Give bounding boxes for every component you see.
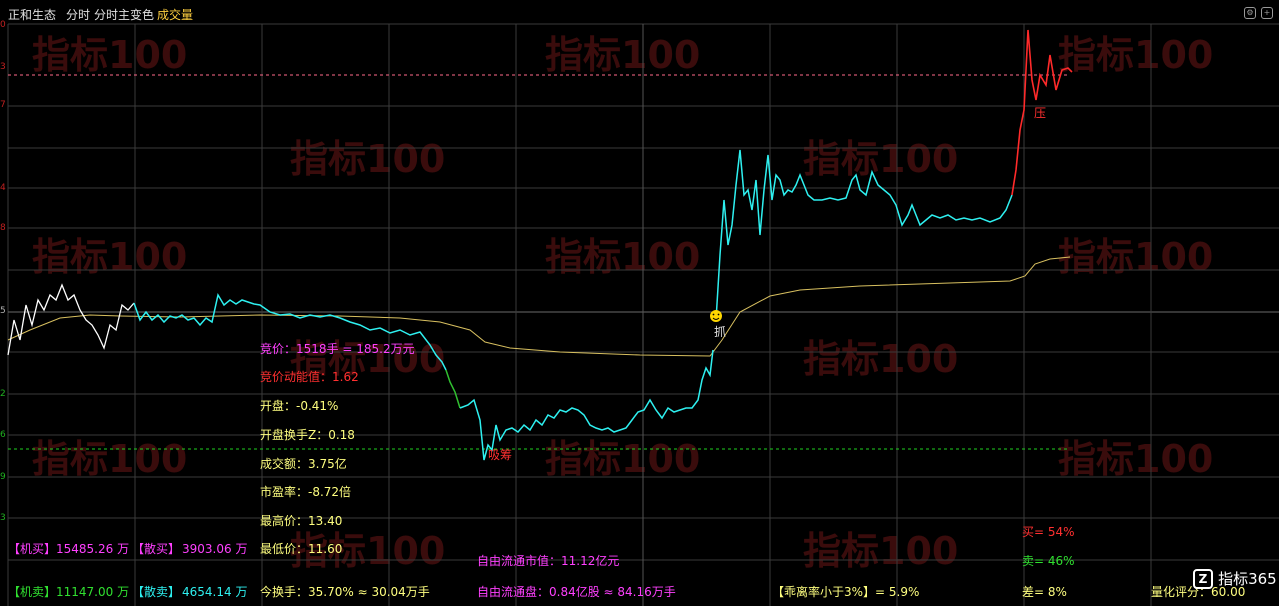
float-shares: 自由流通盘：0.84亿股 ≈ 84.16万手 xyxy=(477,585,676,599)
y-tick: 4 xyxy=(0,183,6,193)
diff-percent: 差= 8% xyxy=(1022,585,1067,599)
price-line-low xyxy=(459,349,714,461)
inst-sell-value: 11147.00 万 xyxy=(56,585,130,599)
volume-amount: 成交额：3.75亿 xyxy=(260,457,347,471)
high-price: 最高价：13.40 xyxy=(260,514,343,528)
turnover: 今换手：35.70% ≈ 30.04万手 xyxy=(260,585,430,599)
y-tick: 0 xyxy=(0,20,6,30)
pressure-marker: 压 xyxy=(1034,106,1047,120)
grid xyxy=(7,23,1279,606)
retail-sell-value: 4654.14 万 xyxy=(182,585,248,599)
buy-percent: 买= 54% xyxy=(1022,525,1075,539)
y-tick: 2 xyxy=(0,389,6,399)
y-tick: 9 xyxy=(0,472,6,482)
avg-price-line xyxy=(7,256,1071,357)
retail-sell-label: 【散卖】 xyxy=(132,585,181,599)
sell-percent: 卖= 46% xyxy=(1022,554,1075,568)
deviation-rate: 【乖离率小于3%】= 5.9% xyxy=(772,585,920,599)
retail-buy-label: 【散买】 xyxy=(132,542,181,556)
y-tick: 7 xyxy=(0,100,6,110)
chips-marker: 吸筹 xyxy=(488,448,513,462)
inst-buy-value: 15485.26 万 xyxy=(56,542,130,556)
brand-logo: Z 指标365 xyxy=(1193,568,1277,590)
inst-sell-label: 【机卖】 xyxy=(8,585,57,599)
y-tick: 5 xyxy=(0,306,6,316)
price-line-rise xyxy=(715,149,1013,321)
auction-price: 竞价：1518手 = 185.2万元 xyxy=(260,342,415,356)
y-tick: 6 xyxy=(0,430,6,440)
logo-text: 指标365 xyxy=(1218,570,1277,588)
auction-momentum: 竞价动能值：1.62 xyxy=(260,370,359,384)
price-line-mid xyxy=(133,293,447,371)
open-change: 开盘：-0.41% xyxy=(260,399,339,413)
price-line-open xyxy=(7,283,135,356)
retail-buy-value: 3903.06 万 xyxy=(182,542,248,556)
smiley-icon xyxy=(710,310,722,322)
grab-marker: 抓 xyxy=(714,325,727,339)
y-tick: 3 xyxy=(0,62,6,72)
low-price: 最低价：11.60 xyxy=(260,542,343,556)
intraday-chart[interactable] xyxy=(0,0,1279,606)
inst-buy-label: 【机买】 xyxy=(8,542,57,556)
y-tick: 3 xyxy=(0,513,6,523)
pe-ratio: 市盈率：-8.72倍 xyxy=(260,485,352,499)
logo-icon: Z xyxy=(1193,568,1213,589)
price-line-down xyxy=(445,369,461,409)
float-market-cap: 自由流通市值：11.12亿元 xyxy=(477,554,620,568)
open-turnover: 开盘换手Z：0.18 xyxy=(260,428,355,442)
y-tick: 8 xyxy=(0,223,6,233)
